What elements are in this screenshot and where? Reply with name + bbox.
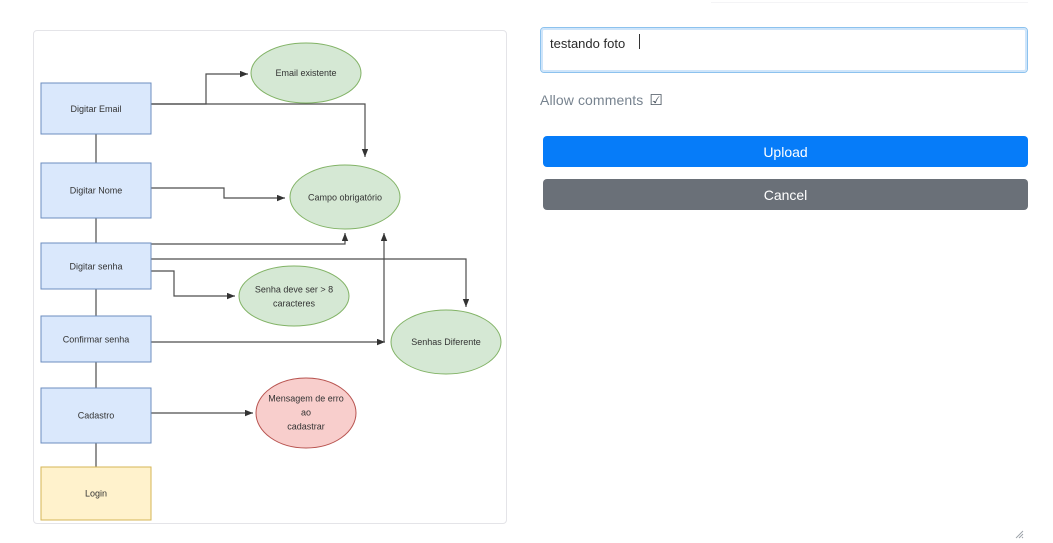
node-label-cadastro: Cadastro [78,410,115,420]
flowchart-canvas: Digitar Email Digitar Nome Digitar senha… [40,42,502,521]
node-label-digitar-email: Digitar Email [70,104,121,114]
node-label-login: Login [85,488,107,498]
node-label-erro-line3: cadastrar [287,421,325,431]
node-label-campo-obrigatorio: Campo obrigatório [308,192,382,202]
node-login[interactable]: Login [40,466,152,521]
node-senhas-diferente[interactable]: Senhas Diferente [390,309,502,375]
node-label-erro-line2: ao [301,407,311,417]
node-digitar-senha[interactable]: Digitar senha [40,242,152,290]
edge-email-to-email-existente [151,70,248,105]
checkbox-checked-icon[interactable]: ☑ [649,93,662,108]
node-label-senha8-line1: Senha deve ser > 8 [255,284,333,294]
node-cadastro[interactable]: Cadastro [40,387,152,444]
edge-senha-to-campo-obrigatorio [151,233,349,245]
allow-comments-row[interactable]: Allow comments ☑ [540,92,663,108]
node-label-digitar-nome: Digitar Nome [70,185,123,195]
upload-button[interactable]: Upload [543,136,1028,167]
node-mensagem-erro-cadastrar[interactable]: Mensagem de erro ao cadastrar [255,377,357,449]
upload-form-panel: Allow comments ☑ Upload Cancel [540,0,1028,543]
node-label-senhas-diferente: Senhas Diferente [411,337,481,347]
edge-email-to-campo-obrigatorio [151,103,369,157]
node-label-erro-line1: Mensagem de erro [268,393,344,403]
node-senha-minimo-8[interactable]: Senha deve ser > 8 caracteres [238,265,350,327]
node-label-digitar-senha: Digitar senha [69,261,122,271]
node-label-senha8-line2: caracteres [273,298,316,308]
edge-nome-to-campo-obrigatorio [151,187,285,202]
flowchart-panel: Digitar Email Digitar Nome Digitar senha… [33,30,507,524]
cancel-button[interactable]: Cancel [543,179,1028,210]
allow-comments-label: Allow comments [540,92,644,108]
edge-senha-to-senha8 [151,270,235,300]
caption-input[interactable] [540,27,1028,73]
node-email-existente[interactable]: Email existente [250,42,362,104]
node-label-email-existente: Email existente [275,68,336,78]
node-digitar-nome[interactable]: Digitar Nome [40,162,152,219]
node-campo-obrigatorio[interactable]: Campo obrigatório [289,164,401,230]
node-digitar-email[interactable]: Digitar Email [40,82,152,135]
node-label-confirmar-senha: Confirmar senha [63,334,130,344]
resize-handle-icon[interactable] [1015,530,1024,539]
node-confirmar-senha[interactable]: Confirmar senha [40,315,152,363]
top-divider [711,2,1028,3]
text-cursor [639,34,640,49]
